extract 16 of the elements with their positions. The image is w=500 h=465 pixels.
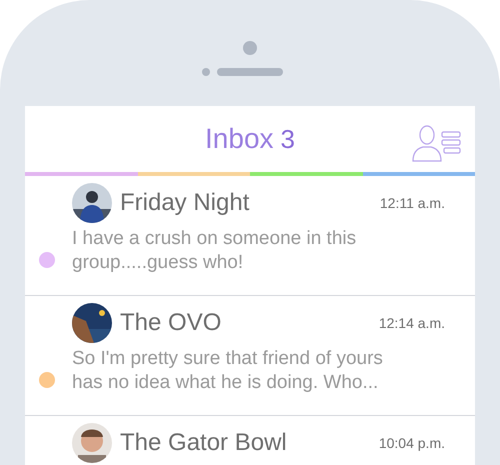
conversation-name: Friday Night xyxy=(120,190,250,216)
camera-dot xyxy=(243,41,257,55)
conversation-row[interactable]: The OVO 12:14 a.m. So I'm pretty sure that friend of yours has no idea what he is doing. Who... xyxy=(25,296,475,416)
message-preview: So I'm pretty sure that friend of yours has no idea what he is doing. Who... xyxy=(72,347,384,395)
message-time: 12:11 a.m. xyxy=(380,194,445,212)
message-preview: I have a crush on someone in this group.....guess who! xyxy=(72,227,358,275)
message-time: 12:14 a.m. xyxy=(378,314,445,332)
inbox-title: Inbox xyxy=(205,125,274,153)
message-time: 10:04 p.m. xyxy=(378,434,445,453)
speaker-grille xyxy=(217,68,283,76)
conversation-name: The OVO xyxy=(120,310,222,336)
conversation-row[interactable]: Friday Night 12:11 a.m. I have a crush on someone in this group.....guess who! xyxy=(25,176,475,296)
conversation-name: The Gator Bowl xyxy=(120,430,287,456)
unread-count: 3 xyxy=(280,126,295,152)
conversation-row[interactable]: The Gator Bowl 10:04 p.m. xyxy=(25,416,475,465)
sensor-dot xyxy=(202,68,210,76)
